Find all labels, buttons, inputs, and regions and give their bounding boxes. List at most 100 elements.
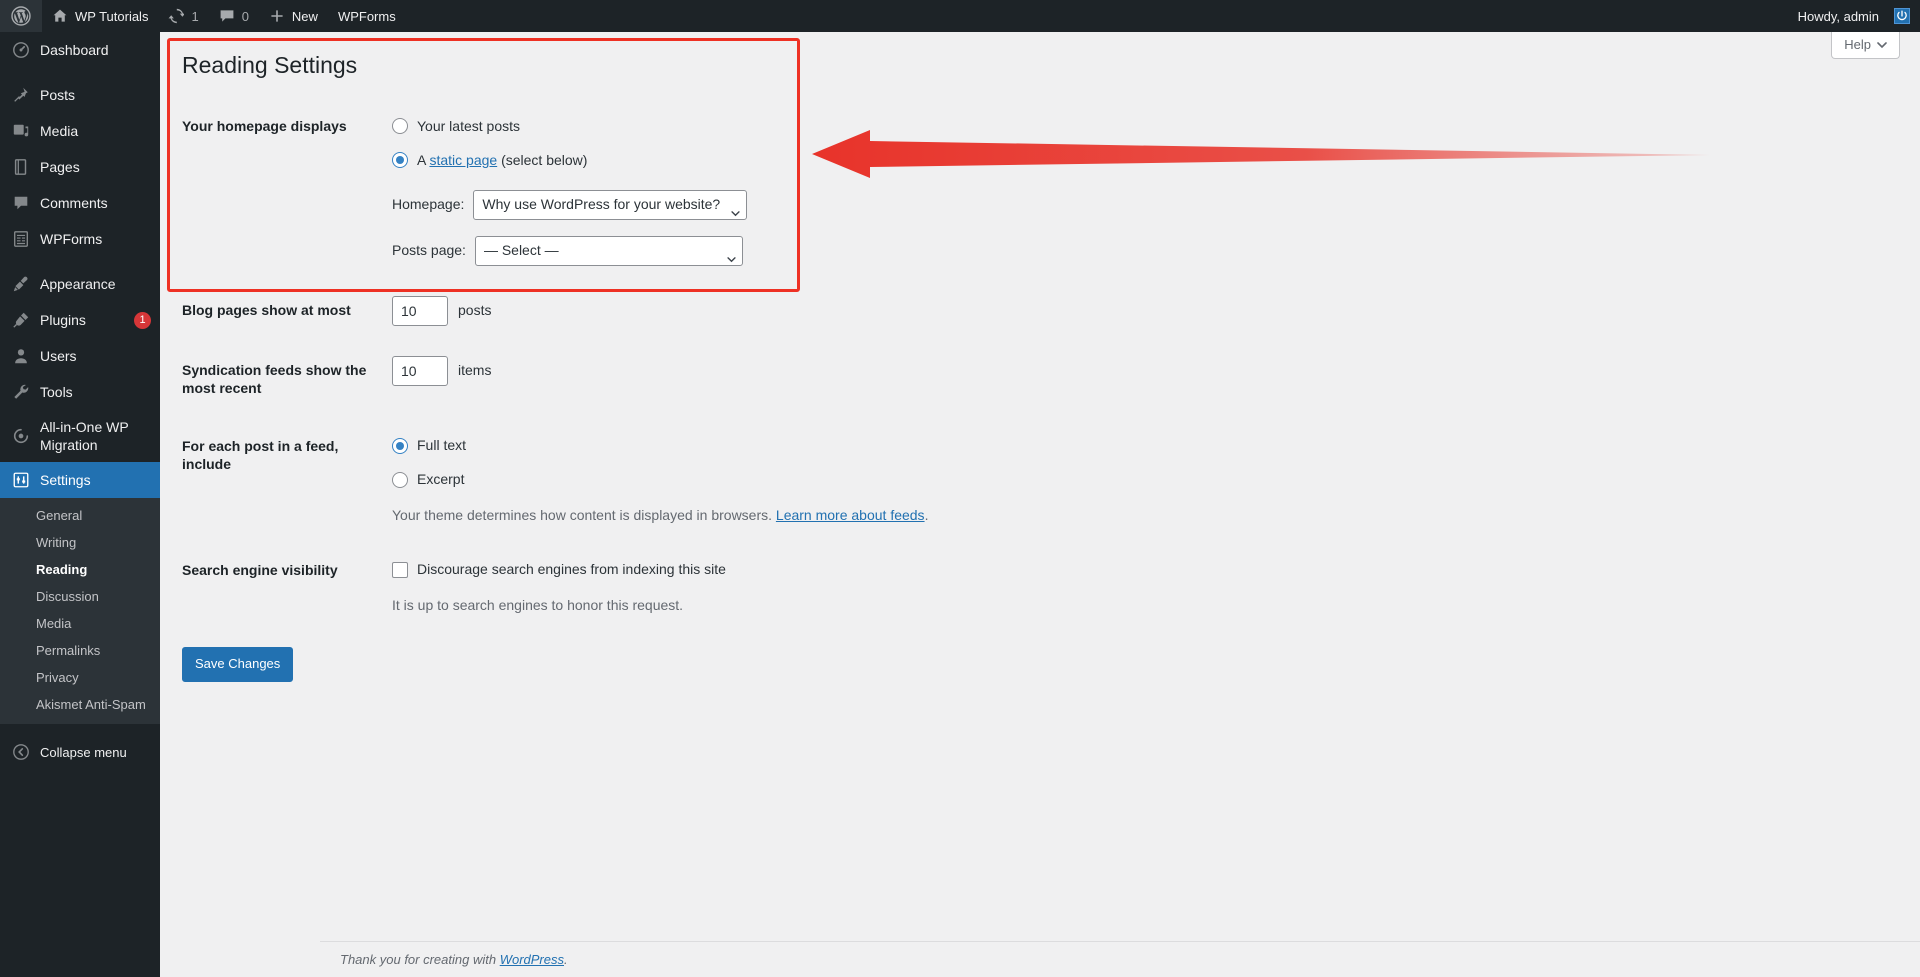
plugins-update-badge: 1 xyxy=(134,311,151,329)
syndication-field: items xyxy=(392,355,928,386)
syndication-input[interactable] xyxy=(392,355,448,386)
reading-settings-form: Reading Settings Your homepage displays … xyxy=(160,32,1920,702)
migration-icon xyxy=(11,426,31,446)
posts-page-select-label: Posts page: xyxy=(392,242,466,259)
chevron-down-icon xyxy=(727,248,736,263)
discourage-search-engines-label: Discourage search engines from indexing … xyxy=(417,561,726,578)
user-icon xyxy=(11,346,31,366)
radio-full-text-input[interactable] xyxy=(392,437,408,454)
paintbrush-icon xyxy=(11,274,31,294)
sidebar-item-label: Dashboard xyxy=(40,41,109,58)
site-name-button[interactable]: WP Tutorials xyxy=(42,0,158,32)
feed-include-row: For each post in a feed, include Full te… xyxy=(182,417,938,541)
sidebar-separator xyxy=(0,257,160,266)
radio-excerpt-input[interactable] xyxy=(392,471,408,488)
settings-submenu: General Writing Reading Discussion Media… xyxy=(0,498,160,725)
radio-full-text-label: Full text xyxy=(417,437,467,454)
sidebar-item-label: WPForms xyxy=(40,230,103,247)
sidebar-subitem-writing[interactable]: Writing xyxy=(0,529,160,556)
blog-pages-row: Blog pages show at most posts xyxy=(182,281,938,341)
discourage-search-engines-checkbox[interactable] xyxy=(392,561,408,578)
search-visibility-label: Search engine visibility xyxy=(182,562,338,579)
new-content-button[interactable]: New xyxy=(259,0,328,32)
sidebar-item-pages[interactable]: Pages xyxy=(0,149,160,185)
sidebar-item-media[interactable]: Media xyxy=(0,113,160,149)
sidebar-item-dashboard[interactable]: Dashboard xyxy=(0,32,160,68)
wordpress-logo-button[interactable] xyxy=(0,0,42,32)
dashboard-icon xyxy=(11,40,31,60)
sidebar-item-posts[interactable]: Posts xyxy=(0,77,160,113)
radio-latest-posts-input[interactable] xyxy=(392,118,408,135)
user-avatar-icon xyxy=(1894,8,1910,24)
plug-icon xyxy=(11,310,31,330)
sidebar-subitem-reading[interactable]: Reading xyxy=(0,556,160,583)
admin-footer: Thank you for creating with WordPress. V… xyxy=(320,941,1920,977)
help-tab-button[interactable]: Help xyxy=(1831,32,1900,59)
sidebar-subitem-permalinks[interactable]: Permalinks xyxy=(0,637,160,664)
homepage-select[interactable]: Why use WordPress for your website? xyxy=(473,189,748,220)
static-suffix-text: (select below) xyxy=(497,151,588,168)
sidebar-item-label: All-in-One WP Migration xyxy=(40,419,129,454)
settings-sliders-icon xyxy=(11,470,31,490)
page-title: Reading Settings xyxy=(182,52,358,78)
wpforms-label: WPForms xyxy=(337,8,396,24)
homepage-select-value: Why use WordPress for your website? xyxy=(482,196,721,213)
updates-icon xyxy=(168,8,185,24)
syndication-row: Syndication feeds show the most recent i… xyxy=(182,341,938,417)
blog-pages-unit: posts xyxy=(458,302,492,319)
search-visibility-note: It is up to search engines to honor this… xyxy=(392,597,684,614)
radio-static-page[interactable]: A static page (select below) xyxy=(392,147,928,174)
sidebar-item-label: Posts xyxy=(40,86,76,103)
wrench-icon xyxy=(11,382,31,402)
blog-pages-label: Blog pages show at most xyxy=(182,301,351,318)
sidebar-item-comments[interactable]: Comments xyxy=(0,185,160,221)
wordpress-link[interactable]: WordPress xyxy=(500,952,564,967)
pin-icon xyxy=(11,85,31,105)
submit-wrap: Save Changes xyxy=(182,631,1920,702)
discourage-search-engines-row[interactable]: Discourage search engines from indexing … xyxy=(392,556,928,583)
collapse-menu-button[interactable]: Collapse menu xyxy=(0,732,160,772)
sidebar-subitem-akismet-anti-spam[interactable]: Akismet Anti-Spam xyxy=(0,691,160,718)
footer-thanks: Thank you for creating with WordPress. xyxy=(340,952,568,967)
settings-table: Your homepage displays Your latest posts… xyxy=(182,97,938,631)
sidebar-subitem-discussion[interactable]: Discussion xyxy=(0,583,160,610)
radio-latest-posts[interactable]: Your latest posts xyxy=(392,113,928,140)
feed-desc-prefix: Your theme determines how content is dis… xyxy=(392,507,776,524)
sidebar-item-all-in-one-wp-migration[interactable]: All-in-One WP Migration xyxy=(0,410,160,462)
footer-thanks-prefix: Thank you for creating with xyxy=(340,952,500,967)
sidebar-item-appearance[interactable]: Appearance xyxy=(0,266,160,302)
sidebar-item-wpforms[interactable]: WPForms xyxy=(0,221,160,257)
sidebar-item-users[interactable]: Users xyxy=(0,338,160,374)
updates-button[interactable]: 1 xyxy=(158,0,208,32)
feed-include-label: For each post in a feed, include xyxy=(182,438,339,473)
plus-icon xyxy=(269,8,285,24)
save-changes-button[interactable]: Save Changes xyxy=(182,647,294,683)
account-menu-button[interactable]: Howdy, admin xyxy=(1788,0,1920,32)
blog-pages-input[interactable] xyxy=(392,295,448,326)
posts-page-select-value: — Select — xyxy=(483,242,559,259)
sidebar-item-tools[interactable]: Tools xyxy=(0,374,160,410)
homepage-select-row: Homepage: Why use WordPress for your web… xyxy=(392,189,928,220)
radio-static-page-input[interactable] xyxy=(392,152,408,169)
wordpress-logo-icon xyxy=(11,6,31,26)
comments-button[interactable]: 0 xyxy=(209,0,259,32)
syndication-label: Syndication feeds show the most recent xyxy=(182,361,367,397)
radio-excerpt[interactable]: Excerpt xyxy=(392,466,928,493)
wpforms-menu-button[interactable]: WPForms xyxy=(328,0,406,32)
chevron-down-icon xyxy=(731,202,740,217)
sidebar-item-plugins[interactable]: Plugins 1 xyxy=(0,302,160,338)
sidebar-subitem-general[interactable]: General xyxy=(0,502,160,529)
home-icon xyxy=(52,8,68,24)
static-page-link[interactable]: static page xyxy=(429,152,497,168)
site-name-label: WP Tutorials xyxy=(75,8,149,24)
posts-page-select[interactable]: — Select — xyxy=(474,235,743,266)
sidebar-subitem-privacy[interactable]: Privacy xyxy=(0,664,160,691)
sidebar-item-label: Pages xyxy=(40,158,80,175)
learn-more-feeds-link[interactable]: Learn more about feeds xyxy=(776,507,925,523)
sidebar-item-settings[interactable]: Settings xyxy=(0,462,168,499)
search-visibility-row: Search engine visibility Discourage sear… xyxy=(182,541,938,631)
sidebar-subitem-media[interactable]: Media xyxy=(0,610,160,637)
sidebar-separator xyxy=(0,68,160,77)
footer-thanks-suffix: . xyxy=(564,952,568,967)
radio-full-text[interactable]: Full text xyxy=(392,432,928,459)
